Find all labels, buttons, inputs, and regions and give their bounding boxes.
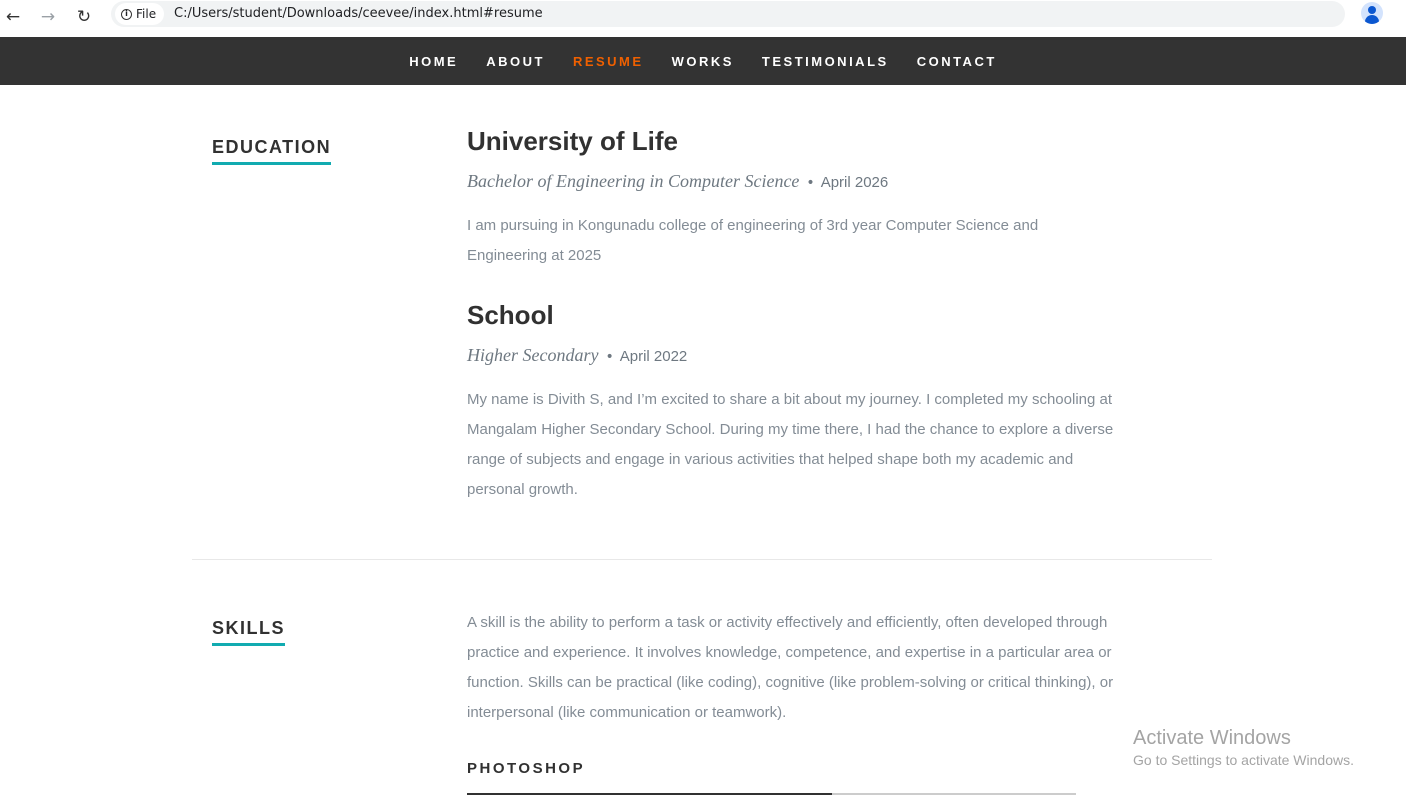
nav-contact[interactable]: CONTACT bbox=[917, 54, 997, 69]
reload-icon[interactable]: ↻ bbox=[71, 4, 97, 30]
address-bar[interactable]: i File C:/Users/student/Downloads/ceevee… bbox=[111, 1, 1345, 27]
education-entry-description: I am pursuing in Kongunadu college of en… bbox=[467, 217, 1039, 264]
nav-resume[interactable]: RESUME bbox=[573, 54, 644, 69]
url-text[interactable]: C:/Users/student/Downloads/ceevee/index.… bbox=[174, 6, 543, 21]
date-text: April 2026 bbox=[820, 174, 889, 191]
browser-toolbar: ← → ↻ i File C:/Users/student/Downloads/… bbox=[0, 0, 1406, 38]
skills-intro: A skill is the ability to perform a task… bbox=[467, 614, 1114, 721]
nav-home[interactable]: HOME bbox=[409, 54, 458, 69]
back-icon[interactable]: ← bbox=[0, 4, 26, 30]
skills-heading: SKILLS bbox=[212, 617, 286, 646]
education-entry-info: Bachelor of Engineering in Computer Scie… bbox=[467, 170, 888, 194]
bullet-separator: • bbox=[806, 175, 815, 191]
education-entry-title: School bbox=[467, 300, 554, 330]
education-entry-title: University of Life bbox=[467, 126, 678, 156]
nav-about[interactable]: ABOUT bbox=[486, 54, 545, 69]
nav-works[interactable]: WORKS bbox=[672, 54, 734, 69]
bullet-separator: • bbox=[605, 349, 614, 365]
degree-text: Bachelor of Engineering in Computer Scie… bbox=[467, 171, 800, 191]
windows-activation-watermark: Activate Windows Go to Settings to activ… bbox=[1133, 726, 1354, 770]
info-icon: i bbox=[121, 8, 132, 20]
watermark-subtitle: Go to Settings to activate Windows. bbox=[1133, 752, 1354, 768]
forward-icon[interactable]: → bbox=[35, 4, 61, 30]
site-info-chip[interactable]: i File bbox=[115, 3, 165, 25]
skill-name: PHOTOSHOP bbox=[467, 760, 586, 777]
degree-text: Higher Secondary bbox=[467, 345, 599, 365]
site-nav: HOME ABOUT RESUME WORKS TESTIMONIALS CON… bbox=[0, 37, 1406, 85]
nav-testimonials[interactable]: TESTIMONIALS bbox=[762, 54, 889, 69]
watermark-title: Activate Windows bbox=[1133, 727, 1291, 749]
date-text: April 2022 bbox=[619, 348, 688, 365]
education-heading: EDUCATION bbox=[212, 136, 332, 165]
education-entry-info: Higher Secondary • April 2022 bbox=[467, 344, 687, 368]
profile-avatar-icon[interactable] bbox=[1361, 2, 1383, 24]
education-entry-description: My name is Divith S, and I’m excited to … bbox=[467, 391, 1114, 498]
section-divider bbox=[192, 559, 1212, 560]
site-info-label: File bbox=[136, 7, 157, 21]
